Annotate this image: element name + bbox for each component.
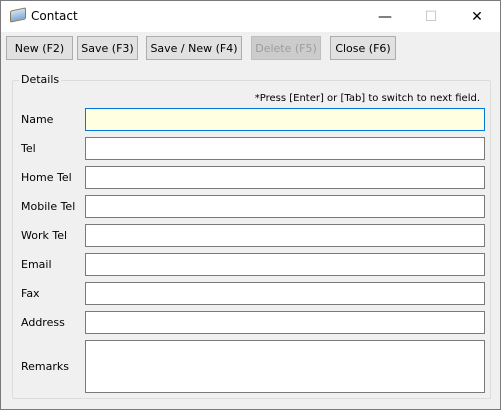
name-label: Name [21,113,54,126]
close-button[interactable]: Close (F6) [330,36,396,60]
name-input[interactable] [85,108,485,131]
save-button[interactable]: Save (F3) [77,36,138,60]
email-input[interactable] [85,253,485,276]
remarks-textarea[interactable] [85,340,485,393]
tel-label: Tel [21,142,36,155]
close-window-button[interactable]: ✕ [454,1,500,32]
details-legend: Details [19,73,62,86]
work-tel-input[interactable] [85,224,485,247]
app-icon [10,7,26,23]
remarks-label: Remarks [21,360,69,373]
mobile-tel-label: Mobile Tel [21,200,76,213]
mobile-tel-input[interactable] [85,195,485,218]
fax-label: Fax [21,287,40,300]
window-title: Contact [31,9,78,23]
email-label: Email [21,258,52,271]
fax-input[interactable] [85,282,485,305]
home-tel-input[interactable] [85,166,485,189]
home-tel-label: Home Tel [21,171,72,184]
save-new-button[interactable]: Save / New (F4) [146,36,242,60]
work-tel-label: Work Tel [21,229,68,242]
new-button[interactable]: New (F2) [6,36,73,60]
tel-input[interactable] [85,137,485,160]
title-bar: Contact — ☐ ✕ [1,1,500,32]
hint-text: *Press [Enter] or [Tab] to switch to nex… [254,93,480,104]
address-input[interactable] [85,311,485,334]
maximize-button[interactable]: ☐ [408,1,454,32]
address-label: Address [21,316,65,329]
minimize-button[interactable]: — [362,1,408,32]
delete-button[interactable]: Delete (F5) [251,36,321,60]
